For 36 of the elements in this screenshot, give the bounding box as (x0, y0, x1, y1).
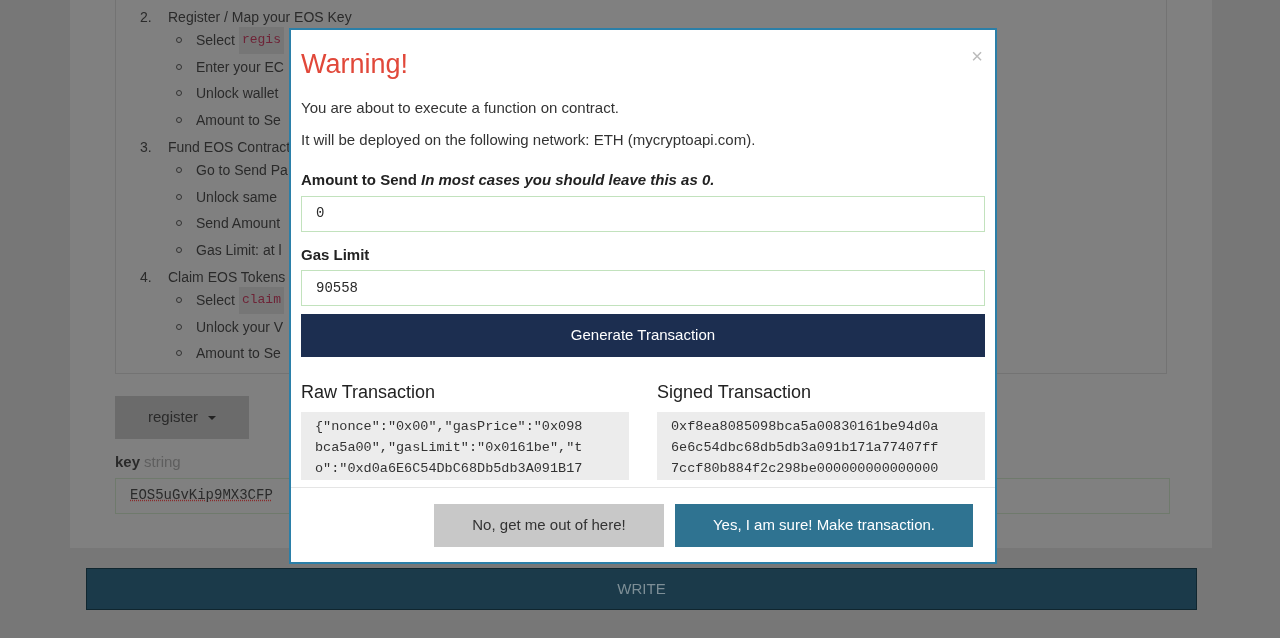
step-number: 3. (140, 138, 153, 157)
step-title: Fund EOS Contract (168, 138, 291, 157)
step-number: 4. (140, 268, 153, 287)
field-label: key (115, 452, 141, 472)
step-text: Gas Limit: at l (196, 240, 282, 260)
section-heading: Raw Transaction (301, 381, 437, 404)
step-text: Unlock your V (196, 317, 284, 337)
field-label: Gas Limit (301, 244, 371, 265)
confirm-button[interactable]: Yes, I am sure! Make transaction. (675, 503, 973, 547)
step-text: Select (196, 291, 235, 310)
gas-limit-input[interactable]: 90558 (301, 270, 985, 306)
generate-transaction-button[interactable]: Generate Transaction (301, 314, 985, 357)
step-text: Amount to Se (196, 344, 281, 363)
step-text: Select (196, 31, 235, 50)
step-text: Amount to Se (196, 110, 281, 130)
dialog-title: Warning! (301, 48, 409, 81)
code-text: claim (238, 287, 284, 314)
cancel-button[interactable]: No, get me out of here! (434, 503, 664, 547)
field-label: Amount to Send In most cases you should leave this as 0. (301, 170, 715, 188)
code-text: regis (238, 27, 284, 54)
write-button[interactable]: WRITE (86, 568, 1197, 610)
step-text: Enter your EC (196, 57, 284, 77)
amount-input[interactable]: 0 (301, 195, 985, 232)
caret-icon (208, 415, 216, 420)
section-heading: Signed Transaction (657, 381, 813, 404)
step-text: Unlock wallet (196, 84, 279, 103)
step-number: 2. (140, 8, 153, 27)
step-text: Unlock same (196, 187, 277, 207)
step-text: Send Amount (196, 214, 281, 233)
step-title: Claim EOS Tokens (168, 268, 286, 287)
transaction-textarea[interactable]: 0xf8ea8085098bca5a00830161be94d0a6e6c54dbc68db5db3a091b171a77407ff7ccf80b884f2c298be000000000000000 (657, 412, 985, 480)
transaction-textarea[interactable]: {"nonce":"0x00","gasPrice":"0x098bca5a00","gasLimit":"0x0161be","to":"0xd0a6E6C54DbC68Db5db3A091B17 (301, 412, 629, 480)
dialog-message: You are about to execute a function on contract. (301, 97, 620, 118)
dialog-message: It will be deployed on the following network: ETH (mycryptoapi.com). (301, 130, 757, 150)
step-text: Go to Send Pa (196, 161, 288, 180)
step-title: Register / Map your EOS Key (168, 8, 352, 27)
